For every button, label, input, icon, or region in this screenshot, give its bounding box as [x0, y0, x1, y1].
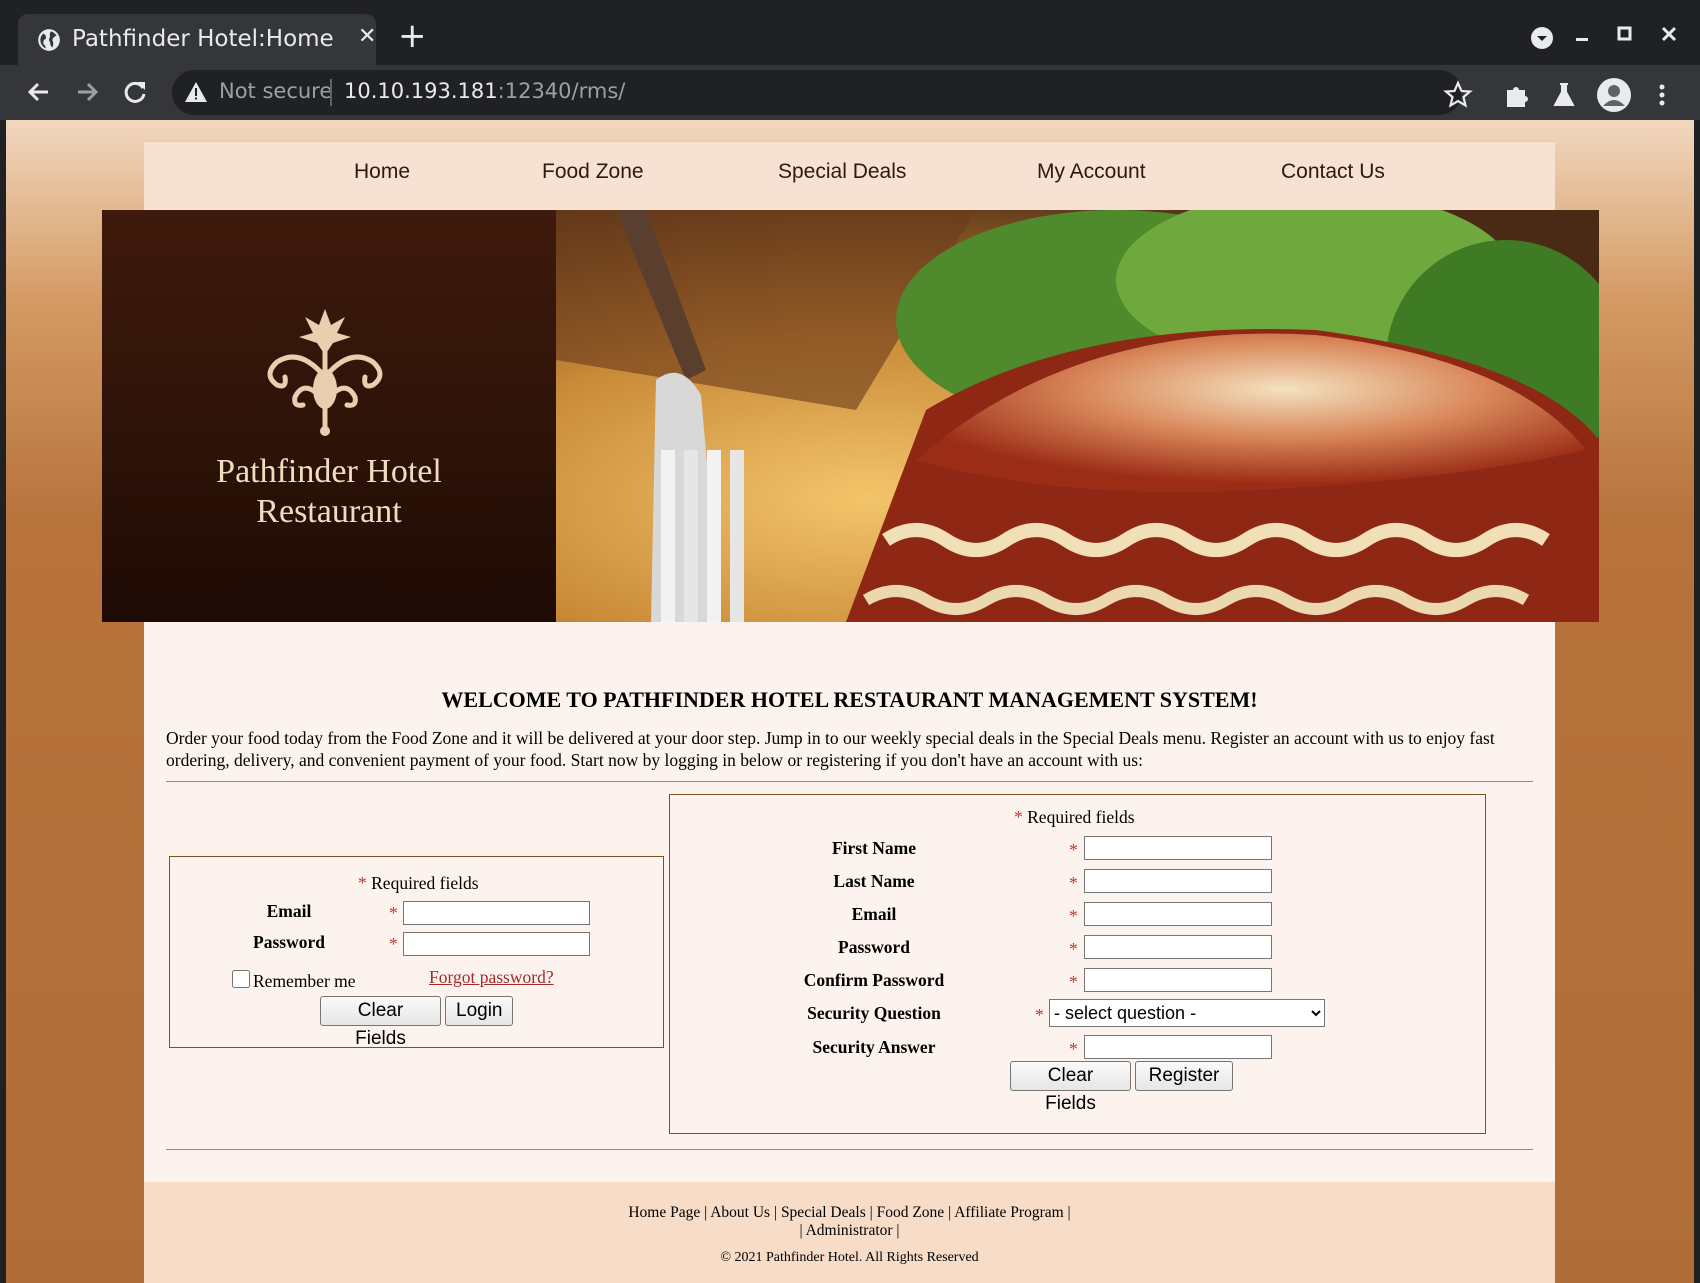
login-button[interactable]: Login [445, 996, 513, 1026]
register-password-input[interactable] [1084, 935, 1272, 959]
last-name-label: Last Name [833, 871, 915, 891]
last-name-input[interactable] [1084, 869, 1272, 893]
login-password-label: Password [253, 932, 325, 952]
required-star: * [1069, 906, 1078, 926]
minimize-icon[interactable] [1573, 28, 1593, 48]
nav-contact-us[interactable]: Contact Us [1281, 160, 1385, 184]
close-window-icon[interactable] [1659, 24, 1679, 44]
required-star: * [389, 934, 398, 954]
puzzle-extension-icon[interactable] [1500, 78, 1534, 112]
register-password-label: Password [838, 937, 910, 957]
intro-paragraph: Order your food today from the Food Zone… [166, 728, 1495, 770]
footer-links-row2: | Administrator | [799, 1222, 900, 1239]
url-text[interactable]: 10.10.193.181:12340/rms/ [344, 79, 625, 103]
forgot-password-link[interactable]: Forgot password? [429, 967, 554, 988]
url-host: 10.10.193.181 [344, 79, 498, 103]
header-banner: Pathfinder Hotel Restaurant [102, 210, 1599, 622]
register-email-input[interactable] [1084, 902, 1272, 926]
confirm-password-input[interactable] [1084, 968, 1272, 992]
login-email-input[interactable] [403, 901, 590, 925]
required-star: * [389, 903, 398, 923]
footer-links-row1: Home Page | About Us | Special Deals | F… [628, 1204, 1071, 1221]
main-navigation: Home Food Zone Special Deals My Account … [144, 141, 1555, 210]
required-star: * [1035, 1005, 1044, 1025]
required-star: * [1069, 840, 1078, 860]
fleur-ornament-logo [267, 309, 383, 436]
tab-search-icon[interactable] [1530, 26, 1554, 50]
register-button[interactable]: Register [1135, 1061, 1233, 1091]
nav-special-deals[interactable]: Special Deals [778, 160, 906, 184]
required-star: * [1014, 807, 1023, 827]
page-viewport: Home Food Zone Special Deals My Account … [6, 120, 1694, 1283]
security-question-label: Security Question [807, 1003, 941, 1023]
footer-link-home-page[interactable]: Home Page [628, 1204, 700, 1221]
footer-link-about-us[interactable]: About Us [710, 1204, 770, 1221]
copyright-text: © 2021 Pathfinder Hotel. All Rights Rese… [720, 1250, 979, 1265]
footer-link-special-deals[interactable]: Special Deals [781, 1204, 866, 1221]
tab-title: Pathfinder Hotel:Home [72, 26, 334, 52]
divider-bottom [166, 1149, 1533, 1150]
hotel-name-line2: Restaurant [256, 493, 402, 530]
nav-my-account[interactable]: My Account [1037, 160, 1146, 184]
hotel-name: Pathfinder Hotel Restaurant [102, 452, 556, 532]
required-star: * [358, 873, 367, 893]
security-question-select[interactable]: - select question - [1049, 999, 1325, 1027]
warning-triangle-icon [185, 82, 207, 102]
security-answer-label: Security Answer [812, 1037, 936, 1057]
browser-tab[interactable]: Pathfinder Hotel:Home ✕ [18, 14, 376, 65]
required-star: * [1069, 972, 1078, 992]
nav-home[interactable]: Home [354, 160, 410, 184]
star-icon[interactable] [1441, 78, 1475, 112]
required-text: Required fields [366, 873, 479, 893]
kebab-menu-icon[interactable] [1645, 78, 1679, 112]
globe-icon [38, 29, 60, 51]
confirm-password-label: Confirm Password [803, 970, 945, 990]
first-name-label: First Name [831, 838, 917, 858]
footer-link-administrator[interactable]: Administrator [806, 1222, 893, 1239]
security-status[interactable]: Not secure [219, 79, 332, 103]
login-required-note: * Required fields [358, 873, 479, 894]
first-name-input[interactable] [1084, 836, 1272, 860]
forward-arrow-icon[interactable] [68, 73, 106, 111]
maximize-icon[interactable] [1615, 24, 1635, 44]
reload-icon[interactable] [116, 73, 154, 111]
welcome-heading: WELCOME TO PATHFINDER HOTEL RESTAURANT M… [441, 687, 1258, 712]
browser-tab-strip: Pathfinder Hotel:Home ✕ + [0, 0, 1700, 65]
remember-me-label: Remember me [253, 971, 356, 991]
register-email-label: Email [851, 904, 897, 924]
required-star: * [1069, 939, 1078, 959]
tab-close-icon[interactable]: ✕ [358, 24, 376, 49]
address-divider [330, 79, 332, 106]
url-path: :12340/rms/ [497, 79, 626, 103]
lasagna-photo [556, 210, 1599, 622]
login-password-input[interactable] [403, 932, 590, 956]
register-clear-fields-button[interactable]: Clear Fields [1010, 1061, 1131, 1114]
required-text: Required fields [1022, 807, 1135, 827]
footer-link-affiliate-program[interactable]: Affiliate Program [954, 1204, 1063, 1221]
nav-food-zone[interactable]: Food Zone [542, 160, 644, 184]
footer-link-food-zone[interactable]: Food Zone [877, 1204, 945, 1221]
profile-avatar-icon[interactable] [1596, 77, 1632, 113]
remember-me-checkbox[interactable] [232, 970, 250, 988]
login-clear-fields-button[interactable]: Clear Fields [320, 996, 441, 1049]
back-arrow-icon[interactable] [20, 73, 58, 111]
divider-top [166, 781, 1533, 782]
flask-icon[interactable] [1547, 78, 1581, 112]
new-tab-button[interactable]: + [398, 17, 427, 55]
login-email-label: Email [266, 901, 312, 921]
hotel-name-line1: Pathfinder Hotel [216, 453, 442, 490]
address-bar[interactable]: Not secure 10.10.193.181:12340/rms/ [172, 70, 1462, 115]
site-footer: Home Page | About Us | Special Deals | F… [144, 1182, 1555, 1283]
required-star: * [1069, 1039, 1078, 1059]
site-container: Home Food Zone Special Deals My Account … [102, 141, 1599, 1283]
banner-brand-panel: Pathfinder Hotel Restaurant [102, 210, 556, 622]
security-answer-input[interactable] [1084, 1035, 1272, 1059]
required-star: * [1069, 873, 1078, 893]
register-required-note: * Required fields [1014, 807, 1135, 828]
